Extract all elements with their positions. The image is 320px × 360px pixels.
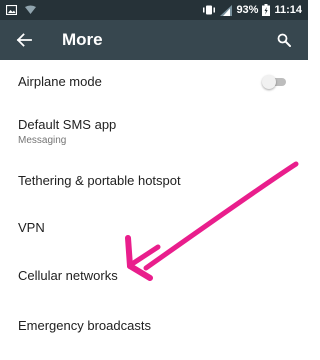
app-toolbar: More bbox=[0, 20, 308, 60]
list-item-cellular-networks[interactable]: Cellular networks bbox=[0, 252, 308, 300]
list-item-title: Emergency broadcasts bbox=[18, 318, 151, 333]
status-bar: 93% 11:14 bbox=[0, 0, 308, 20]
search-button[interactable] bbox=[264, 20, 304, 60]
airplane-mode-toggle[interactable] bbox=[262, 75, 288, 89]
battery-icon bbox=[262, 4, 271, 16]
back-button[interactable] bbox=[4, 20, 44, 60]
clock: 11:14 bbox=[274, 4, 302, 16]
cell-signal-icon bbox=[220, 4, 233, 16]
list-item-title: Default SMS app bbox=[18, 116, 117, 132]
status-left-icons bbox=[6, 5, 36, 15]
search-icon bbox=[277, 33, 291, 47]
image-notification-icon bbox=[6, 5, 17, 15]
list-item-vpn[interactable]: VPN bbox=[0, 203, 308, 252]
battery-percent: 93% bbox=[236, 4, 259, 16]
list-item-title: Cellular networks bbox=[18, 268, 118, 283]
list-item-subtitle: Messaging bbox=[18, 134, 67, 146]
settings-list: Airplane mode Default SMS app Messaging … bbox=[0, 60, 308, 352]
page-title: More bbox=[62, 30, 103, 49]
signal-notification-icon bbox=[25, 5, 36, 15]
list-item-title: Tethering & portable hotspot bbox=[18, 173, 181, 188]
list-item-title: VPN bbox=[18, 219, 45, 235]
vibrate-icon bbox=[202, 5, 216, 15]
settings-screen: 93% 11:14 More Airplane mode Default SMS… bbox=[0, 0, 308, 360]
list-item-tethering[interactable]: Tethering & portable hotspot bbox=[0, 159, 308, 203]
toggle-thumb bbox=[262, 75, 276, 89]
status-right-icons: 93% 11:14 bbox=[202, 4, 302, 16]
list-item-default-sms-app[interactable]: Default SMS app Messaging bbox=[0, 104, 308, 159]
arrow-back-icon bbox=[16, 33, 32, 47]
list-item-airplane-mode[interactable]: Airplane mode bbox=[0, 60, 308, 104]
list-item-emergency-broadcasts[interactable]: Emergency broadcasts bbox=[0, 300, 308, 352]
